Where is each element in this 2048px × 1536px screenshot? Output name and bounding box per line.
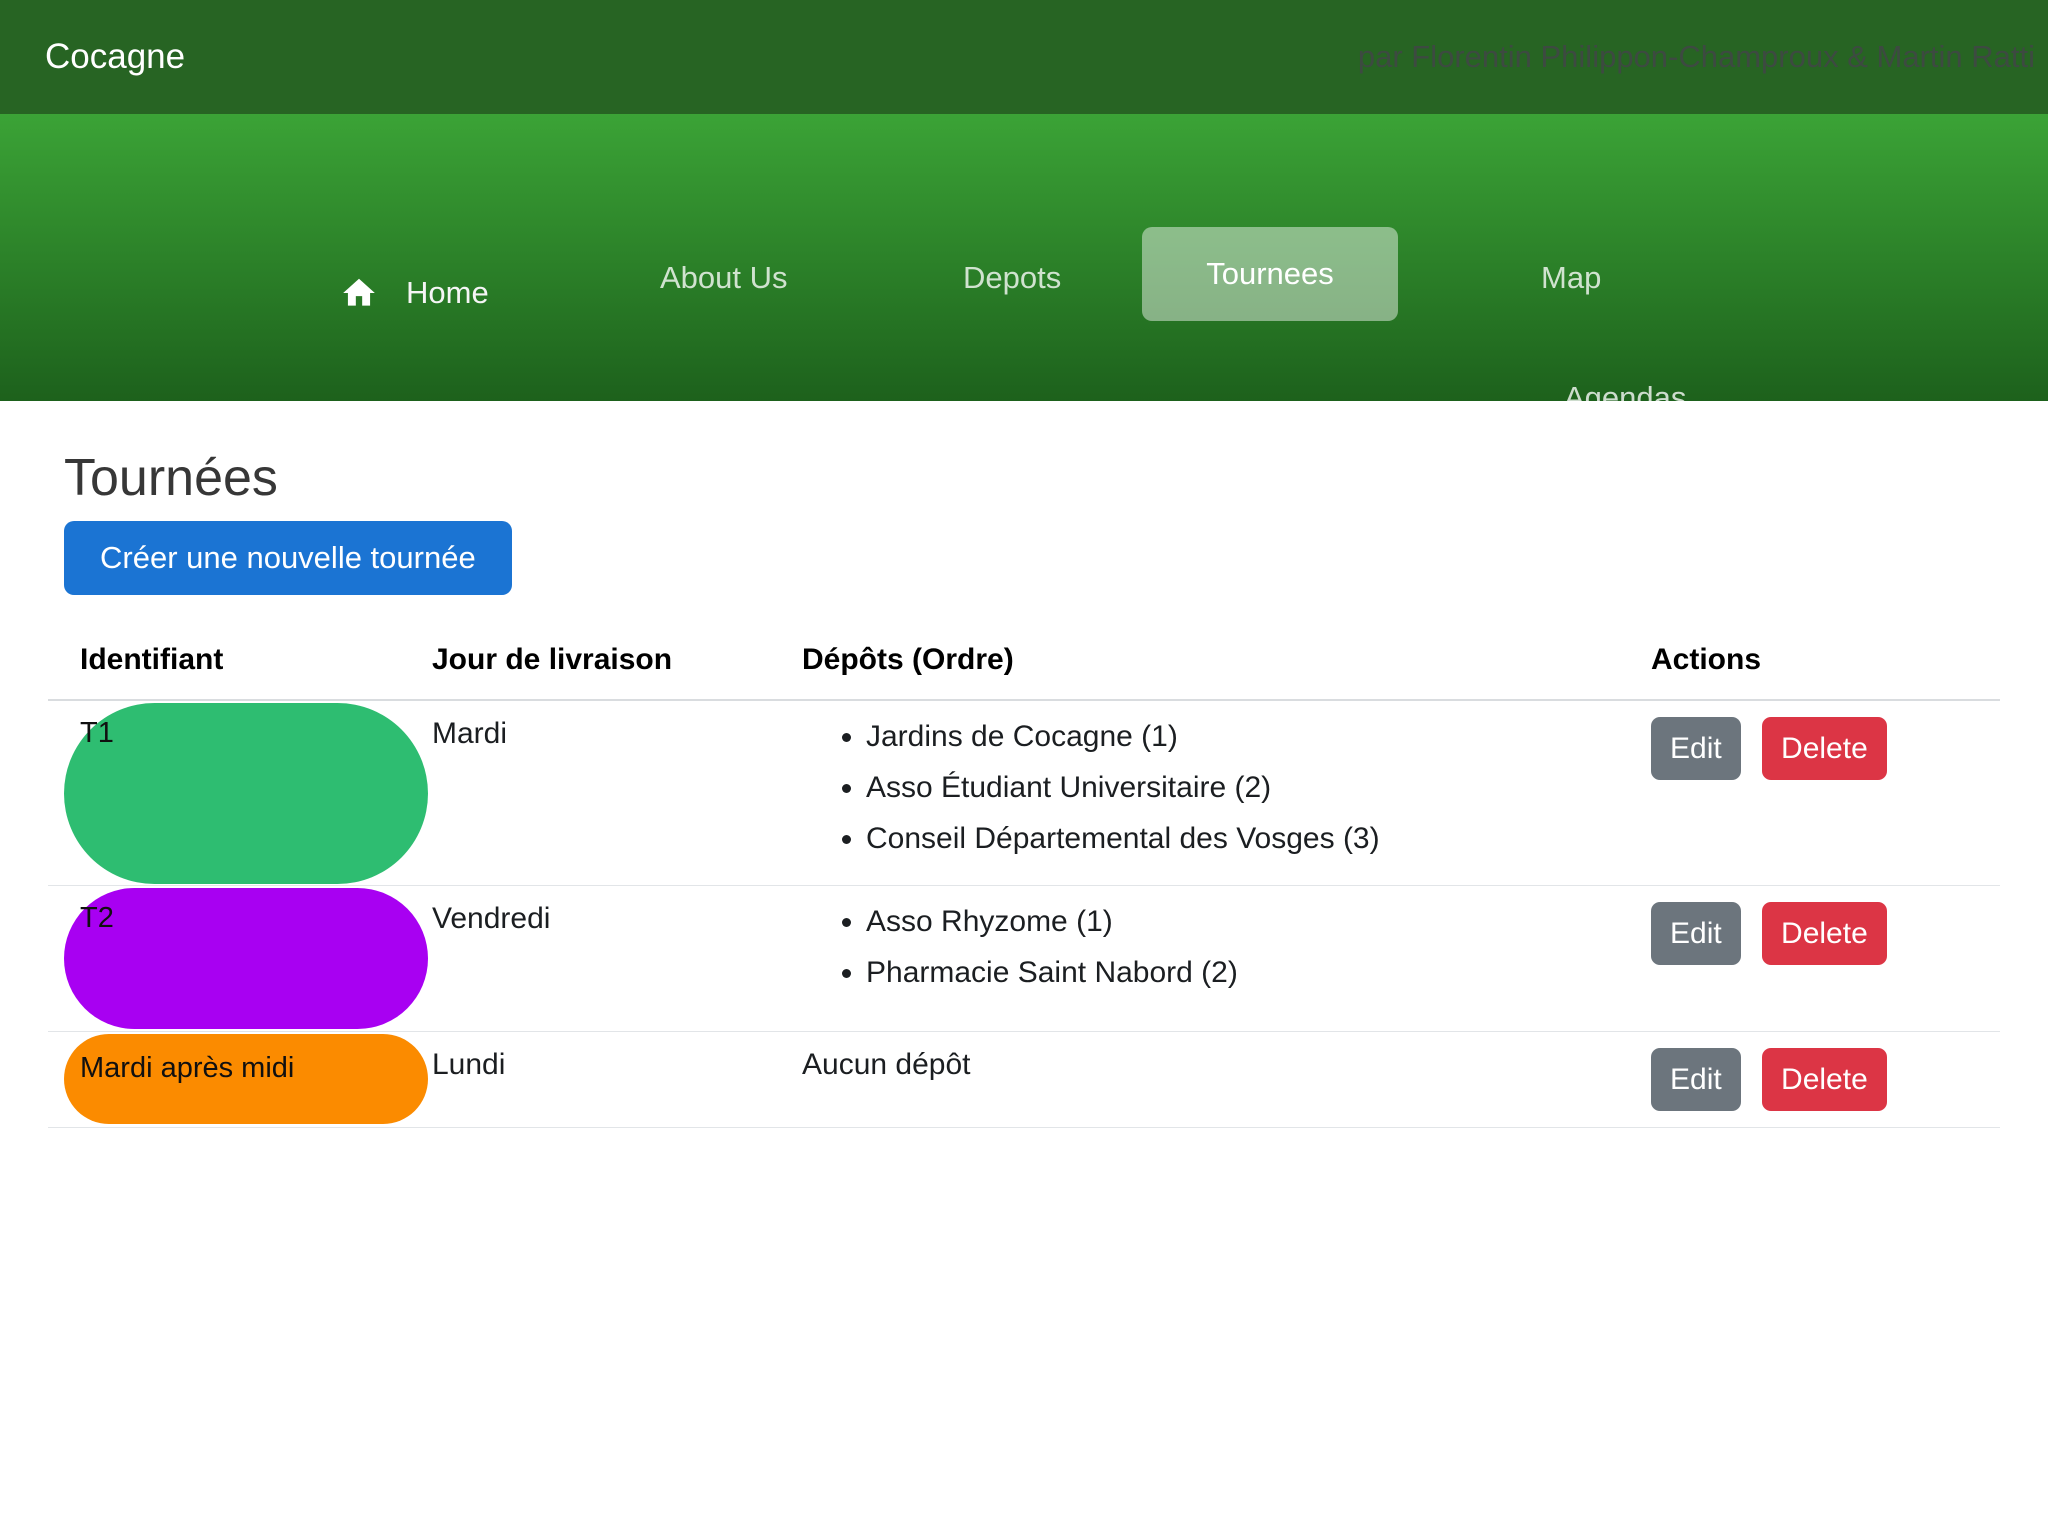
- main-content: Tournées Créer une nouvelle tournée Iden…: [0, 447, 2048, 1128]
- depots-empty-text: Aucun dépôt: [802, 1048, 970, 1081]
- tournee-identifiant: T1: [80, 717, 114, 749]
- depots-list: Jardins de Cocagne (1) Asso Étudiant Univ…: [802, 717, 1619, 858]
- tournee-badge: T1: [64, 703, 428, 884]
- jour-de-livraison: Lundi: [416, 1032, 786, 1128]
- main-nav: Home About Us Depots Tournees Map Agenda…: [0, 114, 2048, 401]
- column-header-depots: Dépôts (Ordre): [786, 625, 1635, 700]
- edit-button[interactable]: Edit: [1651, 902, 1741, 965]
- depot-item: Pharmacie Saint Nabord (2): [866, 953, 1619, 993]
- nav-item-depots[interactable]: Depots: [963, 260, 1061, 296]
- home-icon: [340, 274, 378, 312]
- column-header-jour: Jour de livraison: [416, 625, 786, 700]
- depot-item: Conseil Départemental des Vosges (3): [866, 819, 1619, 859]
- page-title: Tournées: [64, 447, 2048, 509]
- depot-item: Asso Étudiant Universitaire (2): [866, 768, 1619, 808]
- nav-item-map[interactable]: Map: [1541, 260, 1601, 296]
- create-tournee-button[interactable]: Créer une nouvelle tournée: [64, 521, 512, 595]
- column-header-identifiant: Identifiant: [48, 625, 416, 700]
- tournee-badge: T2: [64, 888, 428, 1029]
- depot-item: Jardins de Cocagne (1): [866, 717, 1619, 757]
- nav-item-about-us[interactable]: About Us: [660, 260, 788, 296]
- tournee-identifiant: T2: [80, 902, 114, 934]
- top-bar: Cocagne par Florentin Philippon-Champrou…: [0, 0, 2048, 114]
- tournee-badge: Mardi après midi: [64, 1034, 428, 1124]
- nav-item-home[interactable]: Home: [340, 274, 489, 312]
- nav-item-tournees[interactable]: Tournees: [1142, 227, 1398, 321]
- nav-item-home-label: Home: [406, 275, 489, 311]
- table-row: T1 Mardi Jardins de Cocagne (1) Asso Étud…: [48, 700, 2000, 885]
- nav-item-agendas[interactable]: Agendas: [1564, 380, 1686, 416]
- table-header-row: Identifiant Jour de livraison Dépôts (Or…: [48, 625, 2000, 700]
- edit-button[interactable]: Edit: [1651, 717, 1741, 780]
- tournees-table: Identifiant Jour de livraison Dépôts (Or…: [48, 625, 2000, 1128]
- delete-button[interactable]: Delete: [1762, 902, 1887, 965]
- delete-button[interactable]: Delete: [1762, 1048, 1887, 1111]
- delete-button[interactable]: Delete: [1762, 717, 1887, 780]
- byline-text: par Florentin Philippon-Champroux & Mart…: [1358, 39, 2035, 75]
- table-row: Mardi après midi Lundi Aucun dépôt Edit …: [48, 1032, 2000, 1128]
- tournees-table-body: T1 Mardi Jardins de Cocagne (1) Asso Étud…: [48, 700, 2000, 1127]
- column-header-actions: Actions: [1635, 625, 2000, 700]
- brand-link[interactable]: Cocagne: [45, 37, 185, 77]
- jour-de-livraison: Vendredi: [416, 886, 786, 1032]
- jour-de-livraison: Mardi: [416, 700, 786, 885]
- depots-list: Asso Rhyzome (1) Pharmacie Saint Nabord (…: [802, 902, 1619, 992]
- depot-item: Asso Rhyzome (1): [866, 902, 1619, 942]
- table-row: T2 Vendredi Asso Rhyzome (1) Pharmacie Sa…: [48, 886, 2000, 1032]
- tournee-identifiant: Mardi après midi: [80, 1052, 294, 1084]
- edit-button[interactable]: Edit: [1651, 1048, 1741, 1111]
